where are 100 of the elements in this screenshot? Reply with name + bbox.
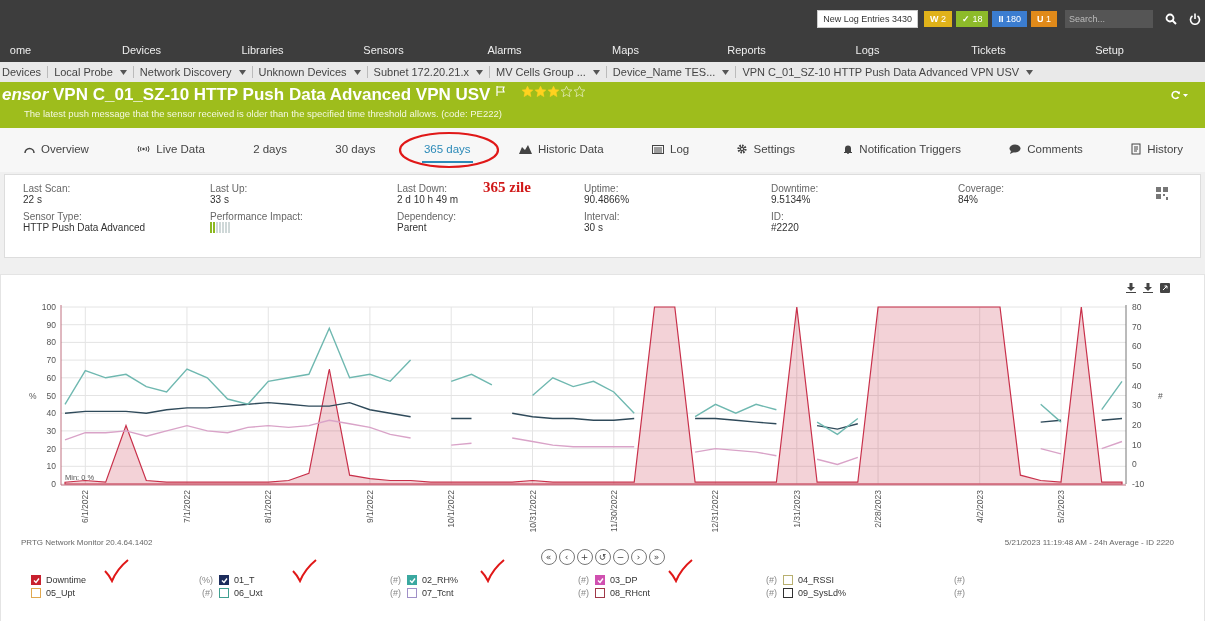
star-icon[interactable]	[548, 85, 560, 97]
nav-menu-item[interactable]: Devices	[121, 44, 162, 56]
axis-tick-label: 70	[46, 355, 56, 366]
info-label: Last Up:	[210, 183, 248, 194]
axis-tick-label: 10	[46, 461, 56, 472]
nav-menu-item[interactable]: Logs	[855, 44, 880, 56]
search-field[interactable]: Search...	[1065, 10, 1153, 28]
info-value: #2220	[771, 222, 799, 233]
download-icon[interactable]	[1126, 283, 1136, 293]
breadcrumb-link[interactable]: Unknown Devices	[258, 66, 347, 78]
qr-code-icon[interactable]	[1156, 187, 1168, 200]
expand-icon[interactable]	[1160, 283, 1170, 293]
caret-icon[interactable]	[722, 69, 730, 75]
info-label: Interval:	[584, 211, 620, 222]
axis-tick-label: 60	[1132, 341, 1142, 352]
legend-label: Downtime	[46, 575, 86, 585]
checkbox[interactable]	[407, 575, 417, 585]
breadcrumb-link[interactable]: Device_Name TES...	[612, 66, 716, 78]
nav-menu-item[interactable]: Tickets	[971, 44, 1006, 56]
zoom-button[interactable]: ‹	[558, 549, 575, 565]
signal-icon	[137, 145, 151, 153]
legend-label: 04_RSSI	[798, 575, 835, 585]
axis-tick-label: 80	[46, 337, 56, 348]
breadcrumb-link[interactable]: Network Discovery	[139, 66, 232, 78]
star-icon[interactable]	[522, 85, 534, 97]
axis-tick-label: 11/30/2022	[608, 490, 619, 532]
list-icon	[652, 144, 664, 154]
performance-impact-icon	[210, 222, 232, 233]
zoom-button[interactable]: ↺	[594, 549, 611, 565]
axis-tick-label: 4/2/2023	[974, 490, 985, 524]
info-label: Downtime:	[771, 183, 819, 194]
axis-tick-label: 12/31/2022	[710, 490, 721, 533]
checkbox[interactable]	[219, 588, 229, 598]
checkbox[interactable]	[31, 588, 41, 598]
axis-tick-label: 70	[1132, 321, 1142, 332]
zoom-button[interactable]: ›	[630, 549, 647, 565]
info-label: Coverage:	[958, 183, 1005, 194]
checkbox[interactable]	[31, 575, 41, 585]
tab[interactable]: Notification Triggers	[841, 137, 963, 163]
checkbox[interactable]	[595, 588, 605, 598]
nav-menu-item[interactable]: ome	[9, 44, 32, 56]
axis-tick-label: 9/1/2022	[364, 490, 375, 524]
legend-unit: (#)	[202, 588, 213, 598]
info-label: Dependency:	[397, 211, 456, 222]
checkbox[interactable]	[219, 575, 229, 585]
star-icon[interactable]	[535, 85, 547, 97]
nav-menu-item[interactable]: Maps	[612, 44, 639, 56]
star-rating[interactable]	[522, 85, 586, 97]
zoom-button[interactable]: +	[576, 549, 593, 565]
caret-icon[interactable]	[1026, 69, 1034, 75]
breadcrumb-link[interactable]: Local Probe	[54, 66, 113, 78]
tab[interactable]: Historic Data	[516, 137, 606, 163]
nav-menu-item[interactable]: Libraries	[241, 44, 284, 56]
breadcrumb-link[interactable]: VPN C_01_SZ-10 HTTP Push Data Advanced VPN USV	[742, 66, 1020, 78]
legend-unit: (#)	[954, 588, 965, 598]
log-entries-button[interactable]: New Log Entries 3430	[817, 10, 918, 28]
legend-unit: (#)	[578, 575, 589, 585]
axis-tick-label: 50	[1132, 361, 1142, 371]
legend-unit: (#)	[766, 588, 777, 598]
checkbox[interactable]	[595, 575, 605, 585]
caret-icon[interactable]	[592, 69, 600, 75]
zoom-button[interactable]: »	[648, 549, 665, 565]
tab[interactable]: Log	[650, 137, 692, 163]
checkbox[interactable]	[783, 588, 793, 598]
zoom-button[interactable]: −	[612, 549, 629, 565]
zoom-button[interactable]: «	[540, 549, 557, 565]
caret-icon[interactable]	[476, 69, 483, 75]
download-icon[interactable]	[1143, 283, 1153, 293]
sensor-title: ensor VPN C_01_SZ-10 HTTP Push Data Advanced VPN USV	[2, 85, 492, 105]
breadcrumb-link[interactable]: Devices	[2, 66, 42, 78]
tab[interactable]: History	[1129, 137, 1185, 163]
info-label: ID:	[771, 211, 784, 222]
search-icon[interactable]	[1165, 13, 1177, 25]
nav-menu-item[interactable]: Reports	[727, 44, 766, 56]
nav-menu-item[interactable]: Setup	[1095, 44, 1124, 56]
nav-menu-item[interactable]: Alarms	[487, 44, 522, 56]
breadcrumb-link[interactable]: MV Cells Group ...	[496, 66, 586, 78]
info-label: Last Down:	[397, 183, 448, 194]
tab[interactable]: Live Data	[135, 137, 207, 163]
checkbox[interactable]	[783, 575, 793, 585]
power-icon[interactable]	[1189, 13, 1201, 25]
legend-label: 03_DP	[610, 575, 638, 585]
checkbox[interactable]	[407, 588, 417, 598]
tab[interactable]: 2 days	[251, 137, 289, 163]
axis-title: %	[29, 390, 37, 401]
tab[interactable]: Settings	[735, 137, 798, 163]
info-value: 90.4866%	[584, 194, 630, 205]
axis-tick-label: 100	[41, 302, 56, 312]
info-value: 2 d 10 h 49 m	[397, 194, 459, 205]
tab[interactable]: Comments	[1007, 137, 1085, 163]
breadcrumb-link[interactable]: Subnet 172.20.21.x	[373, 66, 469, 78]
info-label: Uptime:	[584, 183, 619, 194]
info-value: 84%	[958, 194, 978, 205]
caret-icon[interactable]	[119, 69, 127, 75]
tab[interactable]: Overview	[22, 137, 91, 163]
nav-menu-item[interactable]: Sensors	[363, 44, 404, 56]
tab[interactable]: 30 days	[333, 137, 378, 163]
caret-icon[interactable]	[353, 69, 361, 75]
status-badge[interactable]: II 180	[992, 11, 1027, 27]
caret-icon[interactable]	[238, 69, 246, 75]
